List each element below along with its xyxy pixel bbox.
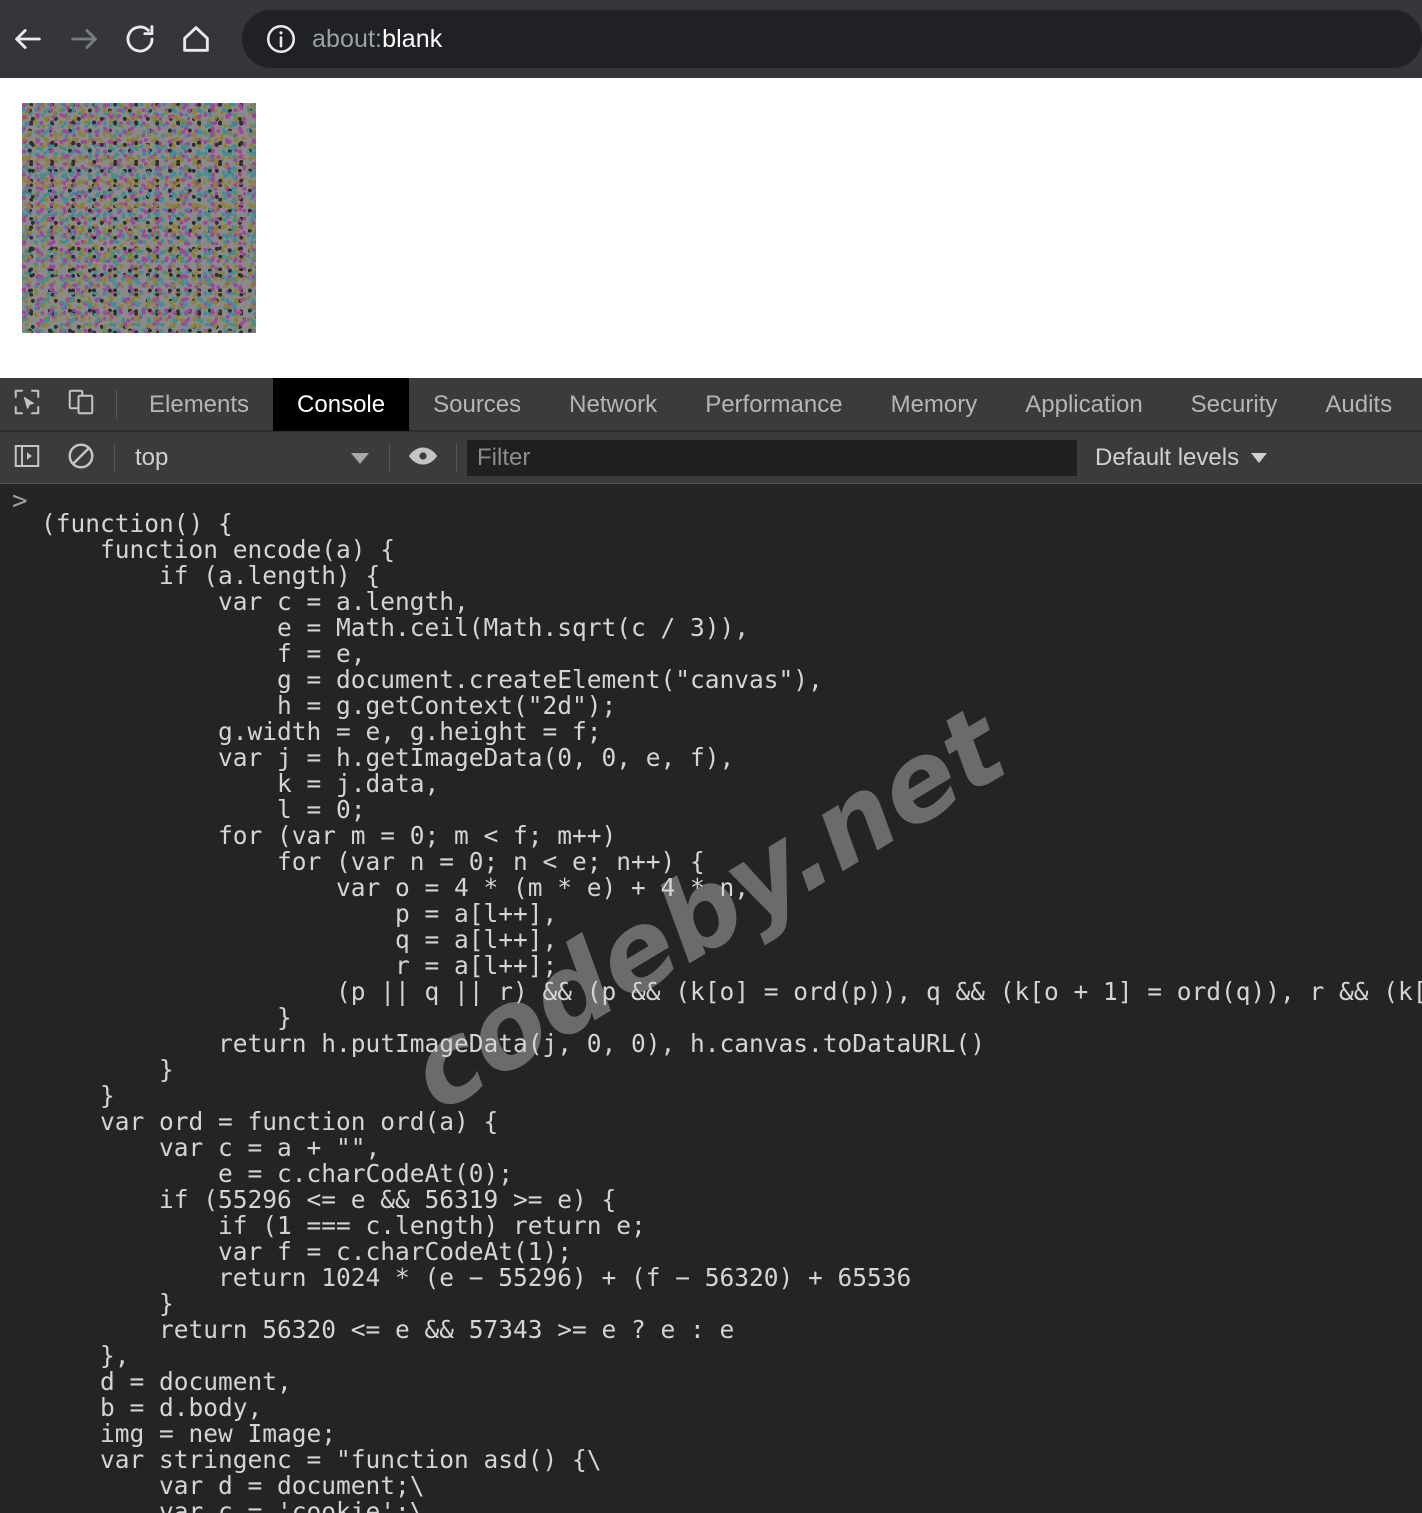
log-levels-label: Default levels — [1095, 444, 1239, 472]
tab-console[interactable]: Console — [273, 378, 409, 431]
console-code-entry[interactable]: (function() { function encode(a) { if (a… — [0, 509, 1422, 1513]
browser-chrome: about:blank — [0, 0, 1422, 78]
console-output[interactable]: codeby.net > (function() { function enco… — [0, 484, 1422, 1513]
live-expression-eye-icon — [407, 440, 439, 477]
info-circle-icon[interactable] — [264, 22, 298, 56]
inspect-element-icon — [12, 387, 42, 422]
live-expression-button[interactable] — [396, 432, 450, 484]
back-button[interactable] — [0, 11, 56, 67]
toolbar-divider — [116, 390, 117, 419]
console-filter-toolbar: top Default levels — [0, 431, 1422, 484]
console-sidebar-icon — [12, 441, 42, 476]
reload-button[interactable] — [112, 11, 168, 67]
devtools-tabbar: Elements Console Sources Network Perform… — [0, 378, 1422, 431]
tab-security[interactable]: Security — [1167, 378, 1302, 431]
execution-context-select[interactable]: top — [121, 432, 383, 484]
clear-console-icon — [66, 441, 96, 476]
arrow-right-icon — [67, 22, 101, 56]
filterbar-divider-3 — [456, 443, 457, 473]
tab-sources[interactable]: Sources — [409, 378, 545, 431]
device-toolbar-icon — [66, 387, 96, 422]
tab-performance[interactable]: Performance — [681, 378, 866, 431]
inspect-element-button[interactable] — [0, 378, 54, 431]
url-value: blank — [382, 25, 442, 53]
page-viewport — [0, 78, 1422, 378]
home-button[interactable] — [168, 11, 224, 67]
filter-input[interactable] — [467, 440, 1077, 476]
console-sidebar-toggle-button[interactable] — [0, 432, 54, 484]
arrow-left-icon — [11, 22, 45, 56]
tab-audits[interactable]: Audits — [1301, 378, 1416, 431]
tab-elements[interactable]: Elements — [125, 378, 273, 431]
home-icon — [179, 22, 213, 56]
clear-console-button[interactable] — [54, 432, 108, 484]
device-toolbar-button[interactable] — [54, 378, 108, 431]
filterbar-divider-2 — [389, 443, 390, 473]
address-bar-text: about:blank — [312, 25, 442, 54]
url-scheme: about: — [312, 25, 382, 53]
devtools-panel: Elements Console Sources Network Perform… — [0, 378, 1422, 1512]
tab-network[interactable]: Network — [545, 378, 681, 431]
address-bar[interactable]: about:blank — [242, 10, 1422, 68]
chevron-down-icon — [351, 453, 369, 464]
forward-button[interactable] — [56, 11, 112, 67]
tab-application[interactable]: Application — [1001, 378, 1166, 431]
reload-icon — [123, 22, 157, 56]
log-levels-select[interactable]: Default levels — [1095, 444, 1267, 472]
noise-image-thumbnail — [22, 103, 256, 333]
execution-context-label: top — [135, 444, 168, 472]
navigation-toolbar: about:blank — [0, 8, 1422, 70]
chevron-down-icon — [1251, 453, 1267, 463]
filterbar-divider-1 — [114, 443, 115, 473]
tab-memory[interactable]: Memory — [867, 378, 1002, 431]
